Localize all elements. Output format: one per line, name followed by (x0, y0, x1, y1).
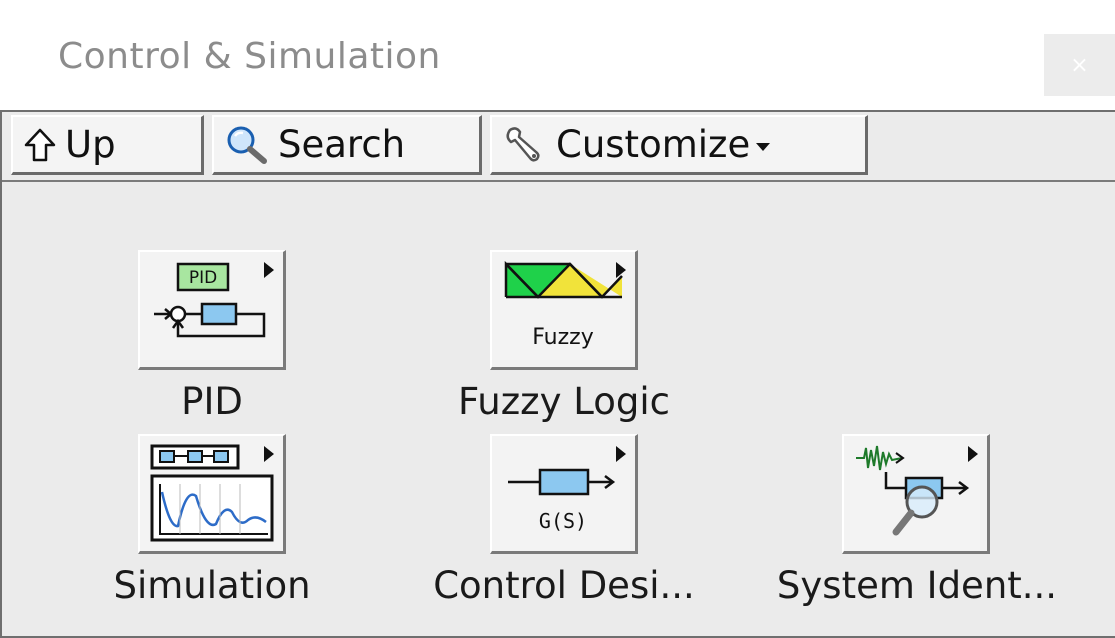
close-button[interactable]: × (1044, 34, 1115, 96)
simulation-label: Simulation (113, 564, 311, 607)
pid-label: PID (181, 380, 243, 423)
control-design-icon: G(S) (508, 446, 626, 533)
simulation-palette-button[interactable] (138, 434, 286, 554)
dropdown-caret-icon (756, 142, 771, 151)
palette-panel: Up Search Customize PID PID Fuzzy Fuzzy … (0, 110, 1115, 638)
fuzzy-badge: Fuzzy (532, 325, 594, 350)
pid-badge: PID (189, 268, 217, 288)
title-bar: Control & Simulation × (0, 0, 1115, 110)
control-design-badge: G(S) (539, 509, 587, 533)
control-design-palette-button[interactable]: G(S) (490, 434, 638, 554)
pid-palette-button[interactable]: PID (138, 250, 286, 370)
window-title: Control & Simulation (58, 36, 441, 77)
up-arrow-icon (24, 128, 56, 161)
system-identification-label: System Ident... (776, 564, 1058, 607)
search-button-label: Search (278, 123, 406, 166)
wrench-icon (506, 126, 540, 162)
system-identification-icon (856, 445, 978, 536)
control-design-label: Control Desi... (433, 564, 695, 607)
simulation-icon (150, 444, 274, 542)
fuzzy-logic-palette-button[interactable]: Fuzzy (490, 250, 638, 370)
up-button-label: Up (65, 123, 116, 166)
fuzzy-logic-label: Fuzzy Logic (458, 380, 670, 423)
fuzzy-logic-icon: Fuzzy (504, 260, 626, 350)
system-identification-palette-button[interactable] (842, 434, 990, 554)
search-button[interactable]: Search (212, 115, 482, 175)
pid-icon: PID (154, 262, 274, 338)
magnifier-icon (227, 126, 267, 164)
palette-toolbar: Up Search Customize (2, 112, 1115, 182)
customize-button[interactable]: Customize (490, 115, 868, 175)
customize-button-label: Customize (556, 123, 751, 166)
up-button[interactable]: Up (11, 115, 204, 175)
